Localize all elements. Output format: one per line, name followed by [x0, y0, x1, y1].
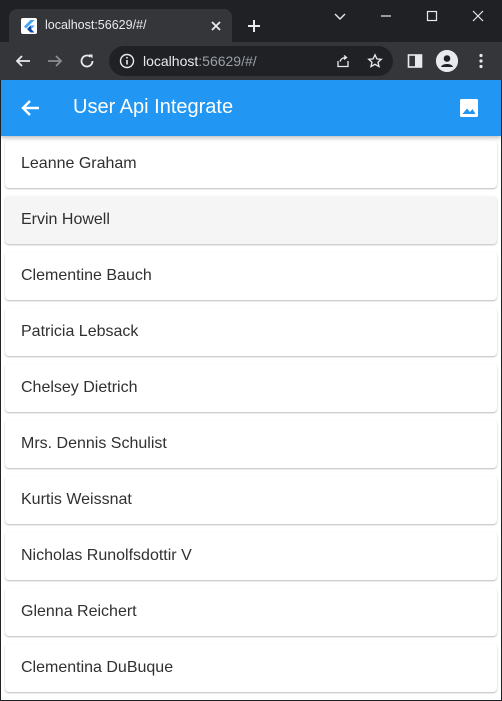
- profile-avatar[interactable]: [436, 50, 458, 72]
- info-icon[interactable]: [119, 53, 135, 69]
- kebab-menu-icon[interactable]: [472, 52, 490, 70]
- share-icon[interactable]: [335, 53, 351, 69]
- star-icon[interactable]: [367, 53, 383, 69]
- user-card[interactable]: Patricia Lebsack: [5, 308, 497, 356]
- chevron-down-icon[interactable]: [330, 6, 350, 26]
- user-card[interactable]: Kurtis Weissnat: [5, 476, 497, 524]
- user-card[interactable]: Leanne Graham: [5, 140, 497, 188]
- tab-title: localhost:56629/#/: [45, 18, 147, 32]
- profile-icon: [436, 50, 458, 72]
- close-window-icon[interactable]: [468, 6, 488, 26]
- browser-tab[interactable]: localhost:56629/#/: [9, 9, 232, 42]
- user-card[interactable]: Clementina DuBuque: [5, 644, 497, 692]
- user-name: Clementina DuBuque: [21, 659, 174, 676]
- image-icon[interactable]: [457, 96, 481, 120]
- minimize-icon[interactable]: [376, 6, 396, 26]
- back-icon[interactable]: [14, 52, 32, 70]
- user-card[interactable]: Glenna Reichert: [5, 588, 497, 636]
- user-name: Ervin Howell: [21, 211, 110, 228]
- side-panel-icon[interactable]: [406, 52, 424, 70]
- user-name: Nicholas Runolfsdottir V: [21, 547, 192, 564]
- user-name: Kurtis Weissnat: [21, 491, 132, 508]
- user-name: Clementine Bauch: [21, 267, 152, 284]
- maximize-icon[interactable]: [422, 6, 442, 26]
- user-name: Chelsey Dietrich: [21, 379, 138, 396]
- user-name: Patricia Lebsack: [21, 323, 139, 340]
- user-name: Glenna Reichert: [21, 603, 137, 620]
- user-card[interactable]: Mrs. Dennis Schulist: [5, 420, 497, 468]
- close-icon[interactable]: [208, 18, 224, 34]
- reload-icon[interactable]: [78, 52, 96, 70]
- address-bar[interactable]: localhost:56629/#/: [109, 46, 393, 76]
- user-card[interactable]: Ervin Howell: [5, 196, 497, 244]
- app-viewport: User Api Integrate Leanne Graham Ervin H…: [1, 80, 501, 700]
- user-card[interactable]: Clementine Bauch: [5, 252, 497, 300]
- browser-toolbar: localhost:56629/#/: [0, 42, 502, 80]
- app-bar: User Api Integrate: [1, 80, 501, 136]
- url-path: :56629/#/: [198, 53, 257, 69]
- flutter-icon: [21, 18, 37, 34]
- forward-icon[interactable]: [46, 52, 64, 70]
- user-card[interactable]: Chelsey Dietrich: [5, 364, 497, 412]
- url-host: localhost: [143, 53, 199, 69]
- plus-icon[interactable]: [245, 17, 263, 35]
- user-card[interactable]: Nicholas Runolfsdottir V: [5, 532, 497, 580]
- browser-tab-strip: localhost:56629/#/: [0, 0, 502, 42]
- user-name: Mrs. Dennis Schulist: [21, 435, 167, 452]
- page-title: User Api Integrate: [73, 96, 234, 118]
- arrow-left-icon[interactable]: [19, 96, 43, 120]
- user-name: Leanne Graham: [21, 155, 137, 172]
- url-text[interactable]: localhost:56629/#/: [143, 53, 257, 69]
